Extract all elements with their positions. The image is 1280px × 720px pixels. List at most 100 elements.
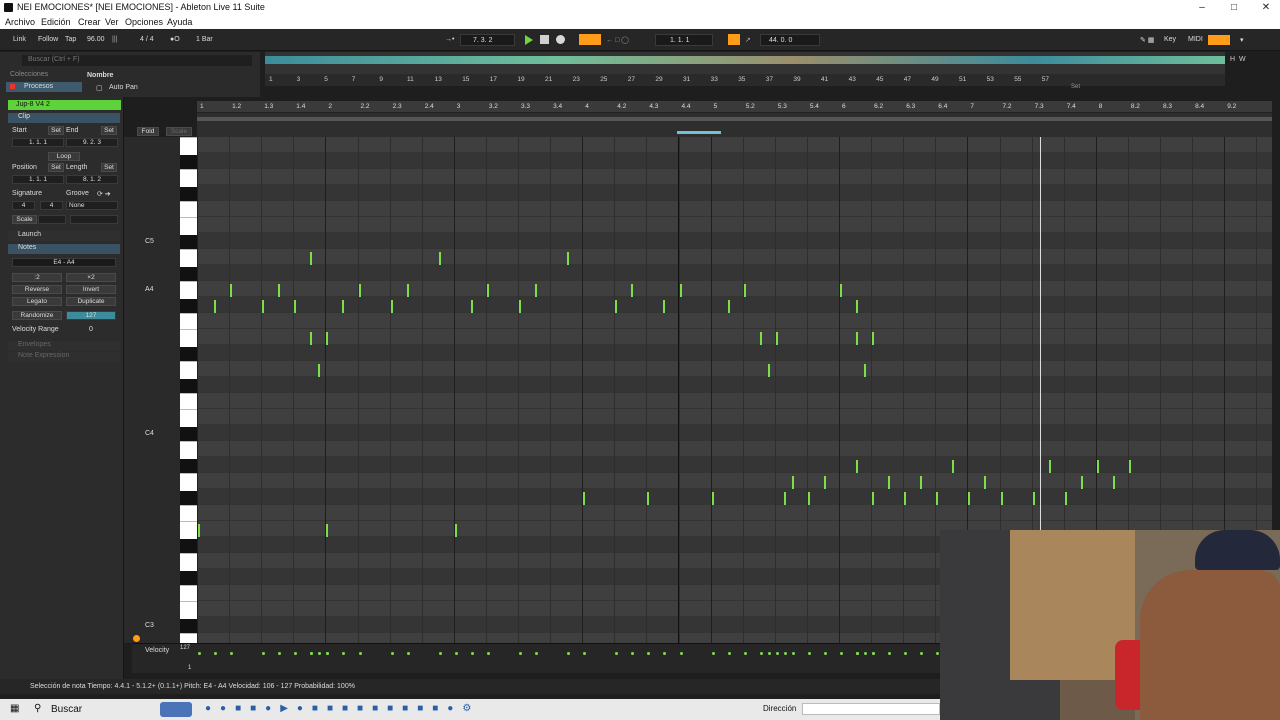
midi-note[interactable] <box>310 332 313 345</box>
piano-black-key[interactable] <box>180 427 197 441</box>
velocity-marker[interactable] <box>679 652 683 655</box>
double-time-button[interactable]: ×2 <box>66 273 116 282</box>
midi-note[interactable] <box>438 252 441 265</box>
metronome-icon[interactable]: ●O <box>170 36 180 43</box>
clip-end-field[interactable]: 9. 2. 3 <box>66 138 118 147</box>
beat-time-ruler[interactable]: 1 1.2 1.3 1.4 2 2.2 2.3 2.4 3 3.2 3.3 3.4 4 4.2 4.3 4.4… <box>197 101 1272 113</box>
velocity-marker[interactable] <box>856 652 860 655</box>
velocity-marker[interactable] <box>872 652 876 655</box>
midi-note[interactable] <box>759 332 762 345</box>
length-set-button[interactable]: Set <box>101 163 117 172</box>
velocity-marker[interactable] <box>759 652 763 655</box>
end-set-button[interactable]: Set <box>101 126 117 135</box>
loop-start-box[interactable]: 1. 1. 1 <box>655 34 713 46</box>
news-widget-icon[interactable] <box>160 702 192 717</box>
midi-note[interactable] <box>470 300 473 313</box>
quantize-select[interactable]: 1 Bar <box>196 36 213 43</box>
midi-note[interactable] <box>727 300 730 313</box>
velocity-marker[interactable] <box>807 652 811 655</box>
automation-arm-icon[interactable]: ← □ ◯ <box>606 36 629 44</box>
midi-note[interactable] <box>214 300 217 313</box>
velocity-marker[interactable] <box>358 652 362 655</box>
midi-note[interactable] <box>326 332 329 345</box>
piano-black-key[interactable] <box>180 299 197 313</box>
midi-note[interactable] <box>1032 492 1035 505</box>
velocity-marker[interactable] <box>904 652 908 655</box>
scale-name-select[interactable] <box>70 215 118 224</box>
half-time-button[interactable]: :2 <box>12 273 62 282</box>
piano-black-key[interactable] <box>180 619 197 633</box>
velocity-marker[interactable] <box>615 652 619 655</box>
velocity-marker[interactable] <box>647 652 651 655</box>
midi-note[interactable] <box>406 284 409 297</box>
velocity-marker[interactable] <box>486 652 490 655</box>
velocity-marker[interactable] <box>920 652 924 655</box>
velocity-marker[interactable] <box>326 652 330 655</box>
groove-hot-swap-icon[interactable]: ⟳ ➔ <box>97 190 111 198</box>
midi-note[interactable] <box>711 492 714 505</box>
midi-note[interactable] <box>952 460 955 473</box>
velocity-marker[interactable] <box>783 652 787 655</box>
loop-length-field[interactable]: 8. 1. 2 <box>66 175 118 184</box>
midi-note[interactable] <box>767 364 770 377</box>
midi-note[interactable] <box>454 524 457 537</box>
midi-note[interactable] <box>310 252 313 265</box>
scale-toggle[interactable]: Scale <box>12 215 37 224</box>
velocity-marker[interactable] <box>214 652 218 655</box>
link-button[interactable]: Link <box>13 36 26 43</box>
velocity-marker[interactable] <box>454 652 458 655</box>
clip-start-field[interactable]: 1. 1. 1 <box>12 138 64 147</box>
piano-black-key[interactable] <box>180 571 197 585</box>
midi-note[interactable] <box>888 476 891 489</box>
velocity-marker[interactable] <box>310 652 314 655</box>
midi-note[interactable] <box>631 284 634 297</box>
midi-note[interactable] <box>278 284 281 297</box>
velocity-marker[interactable] <box>864 652 868 655</box>
midi-note[interactable] <box>936 492 939 505</box>
midi-note[interactable] <box>358 284 361 297</box>
velocity-marker[interactable] <box>230 652 234 655</box>
midi-note[interactable] <box>984 476 987 489</box>
velocity-marker[interactable] <box>390 652 394 655</box>
midi-note[interactable] <box>1048 460 1051 473</box>
launch-section-header[interactable]: Launch <box>8 231 120 241</box>
midi-note[interactable] <box>262 300 265 313</box>
midi-note[interactable] <box>775 332 778 345</box>
legato-button[interactable]: Legato <box>12 297 62 306</box>
midi-note[interactable] <box>647 492 650 505</box>
search-icon[interactable]: ⚲ <box>34 703 41 714</box>
velocity-marker[interactable] <box>727 652 731 655</box>
midi-note[interactable] <box>679 284 682 297</box>
velocity-marker[interactable] <box>406 652 410 655</box>
browser-item[interactable]: Auto Pan <box>109 84 138 91</box>
midi-note[interactable] <box>823 476 826 489</box>
start-icon[interactable]: ▦ <box>10 703 19 714</box>
play-icon[interactable] <box>525 35 533 45</box>
follow-button[interactable]: Follow <box>38 36 58 43</box>
midi-map-button[interactable]: MIDI <box>1188 36 1203 43</box>
draw-mode-icon[interactable]: ✎ ▦ <box>1140 36 1154 44</box>
midi-note[interactable] <box>840 284 842 297</box>
velocity-marker[interactable] <box>342 652 346 655</box>
midi-note[interactable] <box>807 492 810 505</box>
midi-note[interactable] <box>294 300 297 313</box>
menu-archivo[interactable]: Archivo <box>5 17 35 27</box>
velocity-marker[interactable] <box>294 652 298 655</box>
midi-note[interactable] <box>583 492 586 505</box>
velocity-marker[interactable] <box>583 652 587 655</box>
tempo-field[interactable]: 96.00 <box>87 36 105 43</box>
punch-icon[interactable]: ↗ <box>745 36 751 44</box>
velocity-marker[interactable] <box>767 652 771 655</box>
velocity-marker[interactable] <box>198 652 201 655</box>
midi-note[interactable] <box>872 492 875 505</box>
midi-note[interactable] <box>920 476 923 489</box>
midi-note[interactable] <box>230 284 233 297</box>
clip-section-header[interactable]: Clip <box>8 113 120 123</box>
address-input[interactable] <box>802 703 940 715</box>
midi-note[interactable] <box>535 284 538 297</box>
midi-note[interactable] <box>856 300 859 313</box>
signature-numerator[interactable]: 4 <box>12 201 35 210</box>
midi-note[interactable] <box>791 476 794 489</box>
pinned-apps-icons[interactable]: ●●■■●▶●■■■■■■■■■●⚙ <box>205 703 480 714</box>
midi-note[interactable] <box>864 364 867 377</box>
